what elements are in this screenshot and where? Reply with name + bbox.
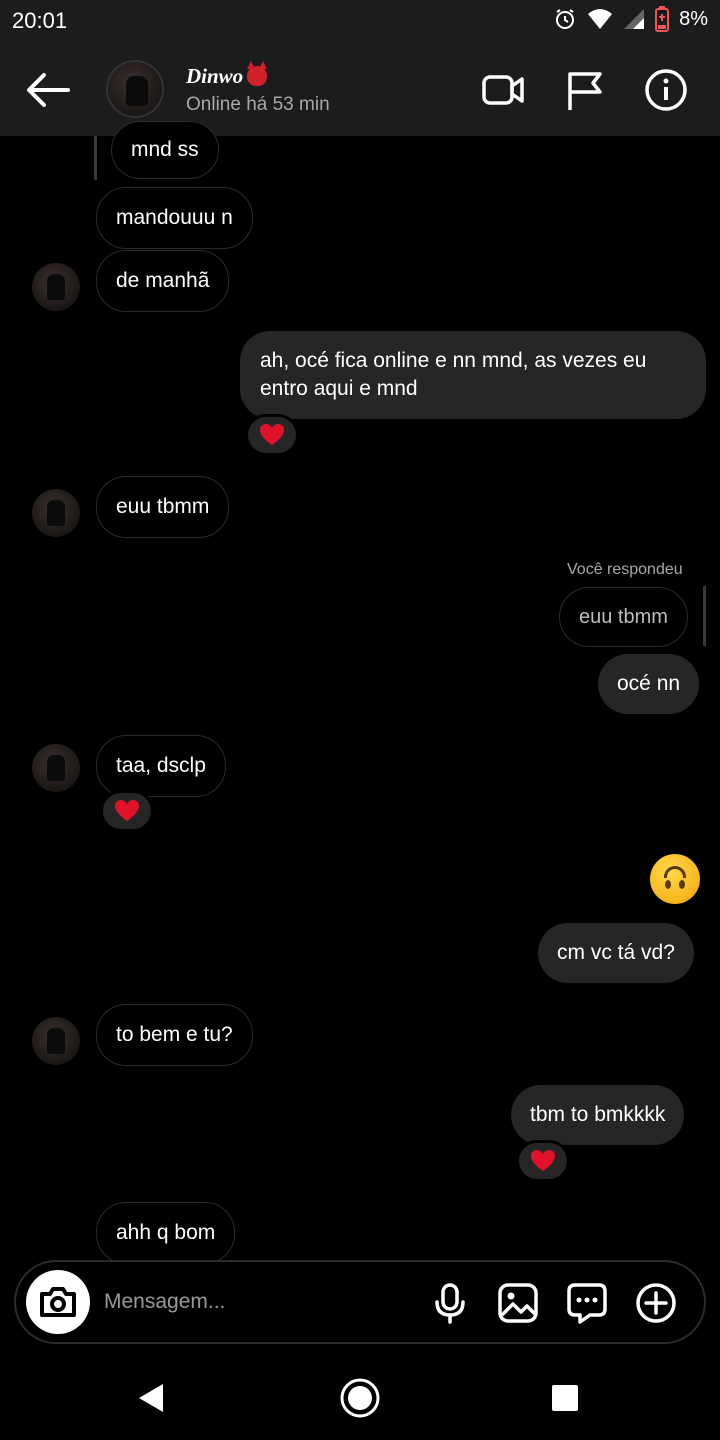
microphone-icon[interactable] [429,1282,471,1324]
reaction-heart[interactable] [245,414,299,456]
message-outgoing[interactable]: cm vc tá vd? [538,923,694,983]
back-arrow-icon[interactable] [24,70,70,110]
heart-icon [531,1150,555,1171]
emoji-eye [679,880,685,889]
sender-avatar[interactable] [32,1017,80,1065]
message-incoming[interactable]: ahh q bom [96,1202,236,1264]
reply-line [703,586,706,646]
battery-percent: 8% [679,7,708,30]
reply-line [94,136,97,180]
message-text: entro aqui e mnd [260,377,418,400]
reply-label: Você respondeu [567,561,683,578]
devil-emoji-icon [247,61,268,86]
info-icon[interactable] [644,68,688,112]
message-incoming[interactable]: mnd ss [111,121,219,179]
alarm-icon [556,9,575,29]
plus-circle-icon[interactable] [635,1282,677,1324]
upside-down-face-emoji-icon[interactable] [650,854,700,904]
message-outgoing[interactable]: ah, océ fica online e nn mnd, as vezes e… [240,331,706,419]
camera-icon [40,1287,76,1317]
contact-avatar[interactable] [106,60,164,118]
sender-avatar[interactable] [32,744,80,792]
message-composer: Mensagem... [14,1260,706,1344]
message-incoming[interactable]: taa, dsclp [96,735,226,797]
heart-icon [115,800,139,821]
flag-icon[interactable] [563,68,607,112]
reply-quote[interactable]: euu tbmm [559,587,688,647]
status-icons: 8% [553,6,708,32]
battery-icon [655,6,670,32]
message-outgoing[interactable]: océ nn [598,654,700,714]
contact-status: Online há 53 min [186,94,330,115]
nav-recents-icon[interactable] [551,1384,579,1412]
reaction-heart[interactable] [100,790,154,832]
message-outgoing[interactable]: tbm to bmkkkk [511,1085,685,1145]
heart-icon [260,424,284,445]
message-incoming[interactable]: mandouuu n [96,187,253,249]
sender-avatar[interactable] [32,489,80,537]
reaction-heart[interactable] [516,1140,570,1182]
wifi-icon [588,9,613,29]
message-text: ah, océ fica online e nn mnd, as vezes e… [260,349,647,372]
video-call-icon[interactable] [481,68,525,112]
chat-header: Dinwo Online há 53 min [0,40,720,136]
camera-button[interactable] [26,1270,90,1334]
status-bar: 20:01 8% [0,0,720,40]
message-incoming[interactable]: de manhã [96,250,230,312]
contact-name[interactable]: Dinwo [186,61,268,89]
nav-back-icon[interactable] [136,1382,166,1414]
gallery-icon[interactable] [497,1282,539,1324]
status-time: 20:01 [12,8,68,33]
sticker-chat-icon[interactable] [566,1282,608,1324]
emoji-eye [665,880,671,889]
message-input[interactable]: Mensagem... [104,1290,225,1314]
message-incoming[interactable]: to bem e tu? [96,1004,253,1066]
navigation-bar [0,1352,720,1440]
message-incoming[interactable]: euu tbmm [96,476,230,538]
emoji-mouth [664,866,686,878]
nav-home-icon[interactable] [339,1377,381,1419]
sender-avatar[interactable] [32,263,80,311]
signal-icon [624,9,645,29]
